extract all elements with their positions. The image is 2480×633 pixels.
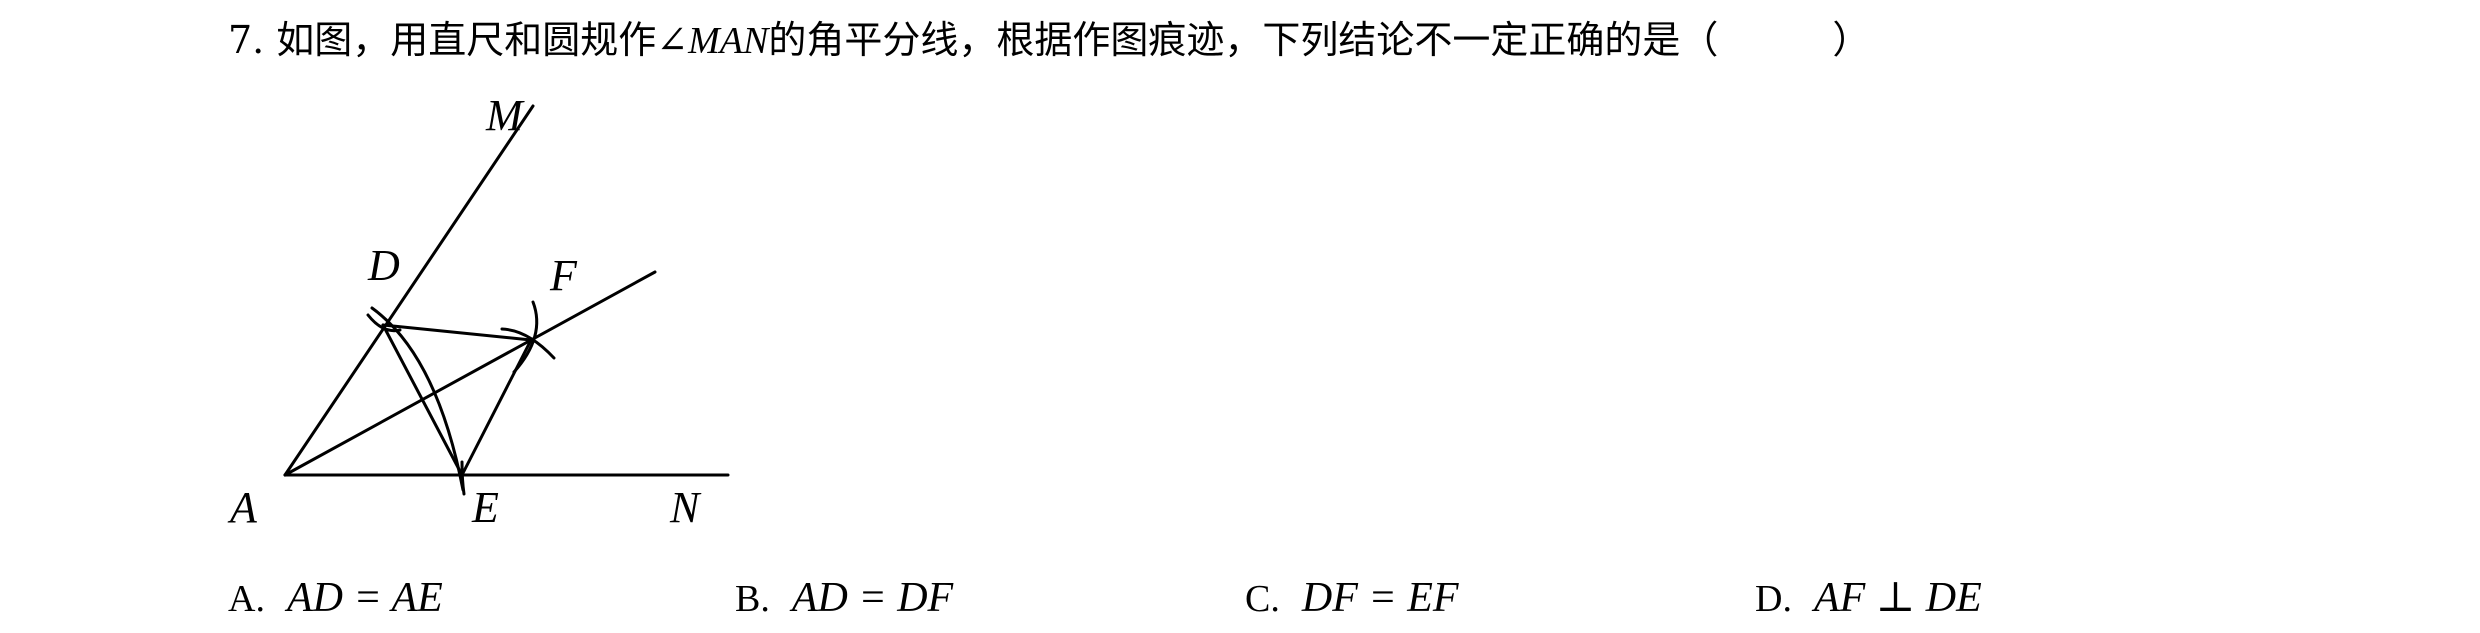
- question-text-before: 如图，用直尺和圆规作: [276, 18, 657, 62]
- angle-name: MAN: [688, 20, 769, 62]
- label-m: M: [485, 91, 525, 140]
- option-c-expr: DF = EF: [1301, 575, 1459, 621]
- option-d-expr: AF ⊥ DE: [1813, 575, 1982, 621]
- ray-am: [283, 104, 535, 477]
- question-text-after: 的角平分线，根据作图痕迹，下列结论不一定正确的是（ ）: [768, 18, 1871, 62]
- label-d: D: [367, 241, 400, 290]
- label-a: A: [227, 483, 258, 532]
- label-n: N: [669, 483, 702, 532]
- option-d[interactable]: D. AF ⊥ DE: [1755, 570, 1982, 627]
- option-b[interactable]: B. AD = DF: [735, 570, 953, 627]
- arc-tick-e: [460, 460, 466, 496]
- label-f: F: [549, 251, 578, 300]
- segment-de: [381, 323, 464, 477]
- option-c[interactable]: C. DF = EF: [1245, 570, 1459, 627]
- option-a-expr: AD = AE: [286, 575, 443, 621]
- label-e: E: [471, 483, 499, 532]
- segment-df: [381, 323, 533, 342]
- option-b-letter: B.: [735, 578, 770, 620]
- geometry-figure: M D F A E N: [200, 90, 760, 550]
- angle-symbol: ∠: [656, 18, 689, 62]
- option-d-letter: D.: [1755, 578, 1792, 620]
- geometry-figure-svg: M D F A E N: [227, 91, 730, 532]
- ray-af: [283, 270, 657, 477]
- question-number: 7.: [228, 18, 265, 62]
- option-a[interactable]: A. AD = AE: [228, 570, 443, 627]
- option-b-expr: AD = DF: [791, 575, 954, 621]
- option-a-letter: A.: [228, 578, 265, 620]
- arc-de: [370, 306, 465, 492]
- option-c-letter: C.: [1245, 578, 1280, 620]
- question-stem: 7. 如图，用直尺和圆规作∠MAN的角平分线，根据作图痕迹，下列结论不一定正确的是…: [228, 12, 1870, 69]
